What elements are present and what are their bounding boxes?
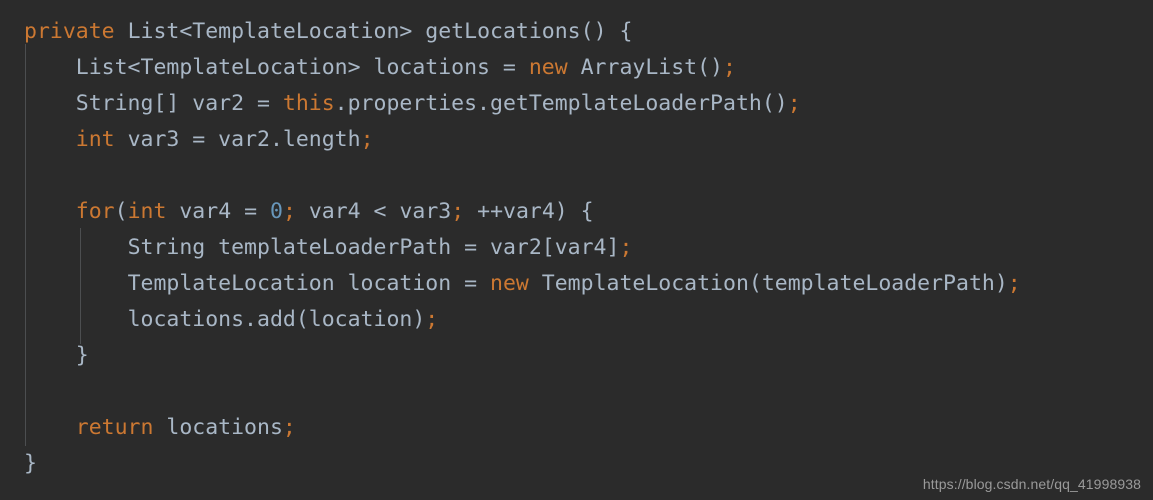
- code-token-id: List<TemplateLocation>: [127, 19, 413, 44]
- code-token-id: ArrayList(): [567, 55, 724, 80]
- code-line[interactable]: for(int var4 = 0; var4 < var3; ++var4) {: [0, 194, 1153, 230]
- code-token-id: .properties.getTemplateLoaderPath(): [334, 91, 788, 116]
- code-token-semi: ;: [619, 235, 633, 260]
- code-line[interactable]: [0, 374, 1153, 410]
- code-token-id: TemplateLocation(templateLoaderPath): [528, 271, 1008, 296]
- code-token-semi: ;: [282, 199, 296, 224]
- code-token-id: List<TemplateLocation> locations =: [75, 55, 529, 80]
- code-token-id: var4 =: [166, 199, 270, 224]
- code-line[interactable]: return locations;: [0, 410, 1153, 446]
- code-token-id: [24, 307, 128, 332]
- code-token-id: var4 < var3: [295, 199, 452, 224]
- code-line[interactable]: String[] var2 = this.properties.getTempl…: [0, 86, 1153, 122]
- watermark-url: https://blog.csdn.net/qq_41998938: [922, 476, 1141, 492]
- code-token-id: [24, 343, 76, 368]
- code-token-kw: int: [75, 127, 115, 152]
- code-token-id: TemplateLocation location =: [127, 271, 490, 296]
- code-line[interactable]: List<TemplateLocation> locations = new A…: [0, 50, 1153, 86]
- code-line[interactable]: [0, 158, 1153, 194]
- code-line[interactable]: }: [0, 338, 1153, 374]
- code-token-id: [24, 127, 76, 152]
- code-token-id: ++var4) {: [464, 199, 594, 224]
- code-token-id: var3 = var2.length: [114, 127, 361, 152]
- code-token-id: [412, 19, 425, 44]
- code-token-semi: ;: [723, 55, 736, 80]
- code-token-kw: return: [75, 415, 154, 440]
- code-token-id: String templateLoaderPath = var2[var4]: [127, 235, 620, 260]
- code-token-id: locations: [153, 415, 283, 440]
- code-line[interactable]: int var3 = var2.length;: [0, 122, 1153, 158]
- code-token-semi: ;: [451, 199, 465, 224]
- code-token-id: [24, 235, 128, 260]
- code-token-num: 0: [269, 199, 283, 224]
- code-token-id: String[] var2 =: [75, 91, 283, 116]
- code-token-id: [24, 91, 76, 116]
- code-token-kw: int: [127, 199, 167, 224]
- code-token-id: [24, 55, 76, 80]
- code-token-id: (: [114, 199, 128, 224]
- code-line-list: private List<TemplateLocation> getLocati…: [0, 14, 1153, 482]
- code-token-id: getLocations() {: [425, 19, 633, 44]
- code-line[interactable]: locations.add(location);: [0, 302, 1153, 338]
- code-editor[interactable]: private List<TemplateLocation> getLocati…: [0, 0, 1153, 500]
- code-token-kw: for: [75, 199, 115, 224]
- code-token-id: locations.add(location): [127, 307, 426, 332]
- code-line[interactable]: TemplateLocation location = new Template…: [0, 266, 1153, 302]
- code-token-id: [24, 415, 76, 440]
- code-token-id: [24, 199, 76, 224]
- code-token-id: [24, 271, 128, 296]
- code-token-kw: private: [24, 19, 115, 44]
- code-line[interactable]: String templateLoaderPath = var2[var4];: [0, 230, 1153, 266]
- code-token-kw: this: [282, 91, 335, 116]
- code-token-id: [115, 19, 128, 44]
- code-token-brace: }: [24, 451, 37, 476]
- code-token-semi: ;: [360, 127, 374, 152]
- code-token-semi: ;: [282, 415, 296, 440]
- code-line[interactable]: private List<TemplateLocation> getLocati…: [0, 14, 1153, 50]
- code-token-semi: ;: [425, 307, 439, 332]
- code-token-kw: new: [528, 55, 568, 80]
- code-token-semi: ;: [1007, 271, 1021, 296]
- code-token-semi: ;: [787, 91, 801, 116]
- code-token-brace: }: [75, 343, 89, 368]
- code-token-kw: new: [490, 271, 529, 296]
